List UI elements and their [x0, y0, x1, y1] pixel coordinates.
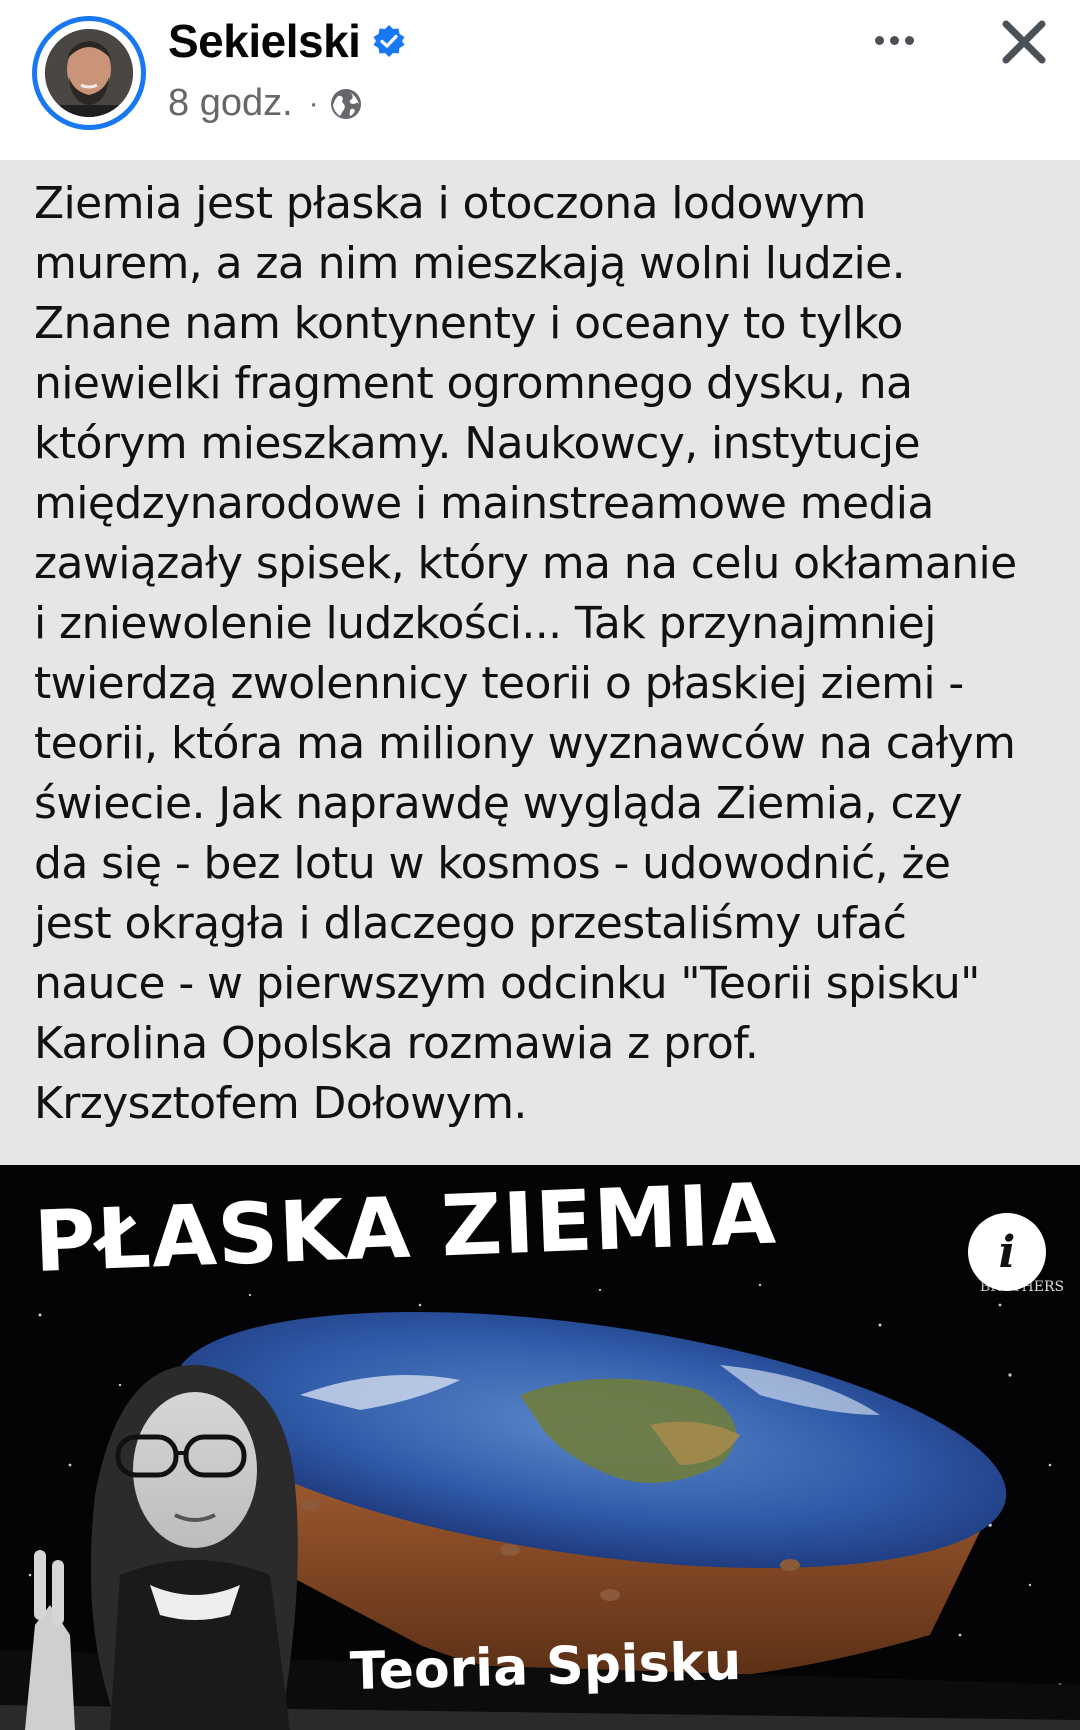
author-avatar-ring[interactable]	[32, 16, 146, 130]
globe-icon	[330, 88, 361, 119]
more-options-icon	[874, 35, 884, 45]
post-media-image[interactable]: PŁASKA ZIEMIA BROTHERS i Teoria Spisku	[0, 1165, 1080, 1730]
post-body-text: Ziemia jest płaska i otoczona lodowym mu…	[34, 178, 1017, 1129]
close-button[interactable]	[996, 14, 1052, 70]
author-name[interactable]: Sekielski	[168, 14, 361, 68]
avatar[interactable]	[45, 29, 133, 117]
post-timestamp[interactable]: 8 godz.	[168, 82, 293, 125]
meta-separator: ·	[308, 86, 319, 120]
post-header: Sekielski 8 godz. ·	[0, 0, 1080, 160]
more-options-dot	[889, 35, 899, 45]
post-text-panel: Ziemia jest płaska i otoczona lodowym mu…	[0, 160, 1080, 1165]
info-button[interactable]: i	[968, 1213, 1046, 1291]
verified-badge-icon	[373, 25, 405, 57]
more-options-dot	[904, 35, 914, 45]
info-icon: i	[998, 1226, 1016, 1278]
avatar-image	[45, 29, 133, 117]
media-subtitle: Teoria Spisku	[349, 1631, 742, 1703]
more-options-button[interactable]	[866, 20, 922, 60]
close-icon	[1002, 20, 1046, 64]
